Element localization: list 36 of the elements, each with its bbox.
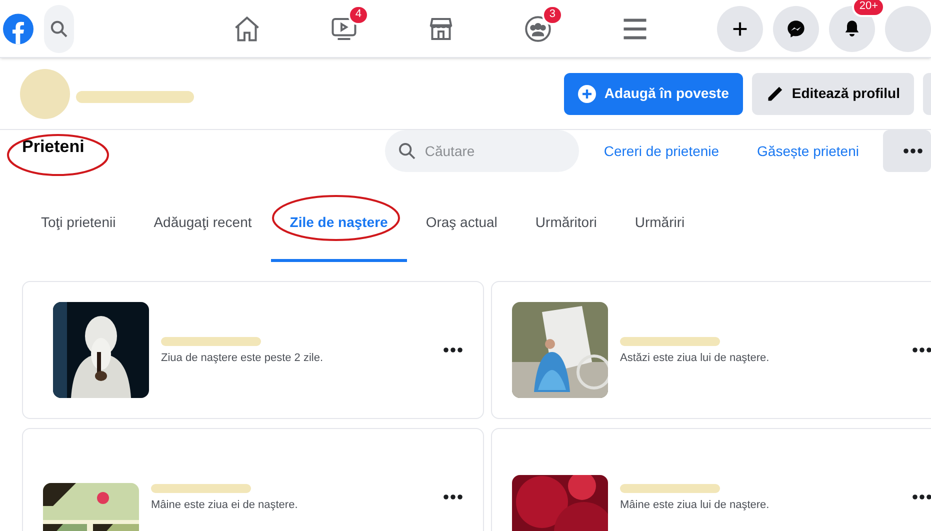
action-button[interactable] (773, 6, 819, 52)
nav-tab[interactable]: 3 (489, 0, 586, 56)
birthday-note: Mâine este ziua lui de naştere. (620, 498, 770, 514)
nav-tab[interactable]: 4 (295, 0, 392, 56)
messenger-icon (786, 18, 806, 38)
notification-badge: 4 (348, 4, 368, 24)
filter-tab[interactable]: Urmăriri (616, 186, 704, 262)
more-icon[interactable] (443, 347, 463, 353)
filter-tab[interactable]: Oraş actual (406, 186, 516, 262)
birthday-note: Astăzi este ziua lui de naştere. (620, 351, 770, 366)
edit-profile-button[interactable]: Editează profilul (752, 72, 914, 114)
search-icon (396, 141, 417, 161)
filter-tab[interactable]: Adăugaţi recent (134, 186, 271, 262)
search-icon (48, 18, 69, 38)
pencil-icon (766, 84, 784, 102)
search-field[interactable]: Căutare (384, 130, 579, 172)
header-link[interactable]: Cereri de prietenie (604, 140, 720, 162)
filter-tab[interactable]: Toţi prietenii (22, 186, 135, 262)
plus-circle-icon (578, 84, 596, 102)
more-button[interactable] (883, 130, 931, 172)
more-icon[interactable] (912, 494, 931, 500)
more-icon[interactable] (903, 148, 923, 154)
more-icon[interactable] (912, 347, 931, 353)
add-story-button[interactable]: Adaugă în poveste (564, 72, 743, 114)
section-title: Prieteni (22, 136, 84, 158)
more-icon[interactable] (443, 494, 463, 500)
notification-badge: 20+ (852, 0, 885, 16)
action-button[interactable] (717, 6, 763, 52)
avatar (20, 68, 70, 118)
birthday-note: Mâine este ziua ei de naştere. (151, 498, 298, 514)
notification-badge: 3 (542, 4, 562, 24)
birthday-note: Ziua de naştere este peste 2 zile. (161, 351, 324, 366)
filter-tab[interactable]: Urmăritori (516, 186, 616, 262)
filter-tab[interactable]: Zile de naştere (270, 186, 407, 262)
search-button[interactable] (44, 4, 74, 52)
header-link[interactable]: Găsește prieteni (757, 140, 859, 162)
